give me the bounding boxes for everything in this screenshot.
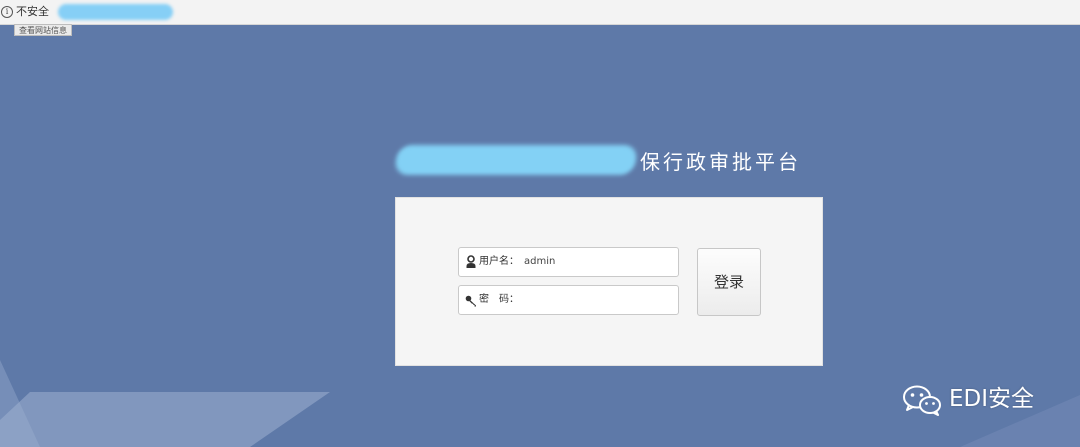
password-label: 密 码： bbox=[479, 294, 519, 305]
login-button[interactable]: 登录 bbox=[697, 248, 761, 316]
watermark-text: EDI安全 bbox=[949, 386, 1035, 412]
user-icon bbox=[466, 255, 476, 268]
username-field[interactable]: 用户名： admin bbox=[458, 247, 679, 277]
username-label: 用户名： bbox=[479, 256, 519, 267]
login-panel: 用户名： admin 密 码： 登录 bbox=[395, 197, 823, 366]
key-icon bbox=[465, 295, 476, 307]
deco-polygon-main bbox=[0, 392, 330, 447]
username-value[interactable]: admin bbox=[524, 255, 555, 269]
password-field[interactable]: 密 码： bbox=[458, 285, 679, 315]
page-title: 保行政审批平台 bbox=[640, 150, 801, 174]
title-redacted bbox=[393, 145, 639, 175]
wechat-icon bbox=[903, 385, 941, 416]
